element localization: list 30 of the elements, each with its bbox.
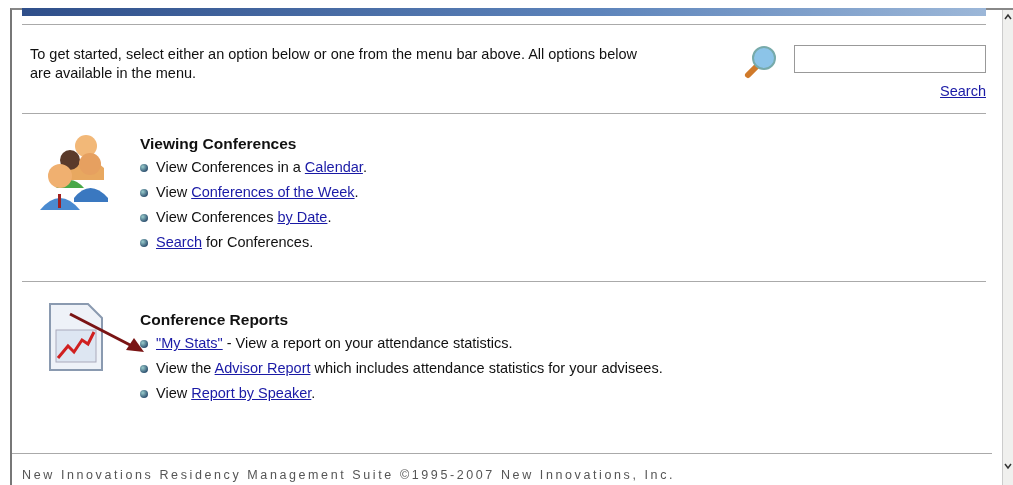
- intro-text: To get started, select either an option below or one from the menu bar above. All options below are available in the menu.: [30, 44, 638, 83]
- bullet-icon: [140, 239, 148, 247]
- bullet-icon: [140, 164, 148, 172]
- bullet-icon: [140, 189, 148, 197]
- menu-option-text: View Report by Speaker.: [156, 384, 316, 404]
- menu-option-text: "My Stats" - View a report on your attendance statistics.: [156, 334, 513, 354]
- search-link[interactable]: Search: [940, 80, 986, 103]
- search-icon: [742, 44, 778, 81]
- option-link[interactable]: Search: [156, 234, 202, 251]
- bullet-icon: [140, 214, 148, 222]
- bullet-icon: [140, 365, 148, 373]
- search-field[interactable]: [794, 44, 986, 73]
- scrollbar[interactable]: [1002, 10, 1013, 485]
- section-heading: Viewing Conferences: [140, 134, 298, 155]
- menu-option-text: View Conferences by Date.: [156, 208, 332, 228]
- footer-copyright: New Innovations Residency Management Suite ©1995-2007 New Innovations, Inc.: [22, 467, 677, 485]
- menu-option-text: View Conferences in a Calendar.: [156, 158, 367, 178]
- option-link[interactable]: by Date: [277, 209, 328, 226]
- menu-option-text: View the Advisor Report which includes attendance statistics for your advisees.: [156, 359, 663, 379]
- bullet-icon: [140, 340, 148, 348]
- bullet-icon: [140, 390, 148, 398]
- report-chart-icon: [48, 302, 104, 373]
- option-link[interactable]: Report by Speaker: [191, 385, 312, 402]
- menu-option-text: View Conferences of the Week.: [156, 183, 359, 203]
- option-link[interactable]: Calendar: [304, 159, 363, 176]
- section-heading: Conference Reports: [140, 310, 290, 331]
- option-link[interactable]: Conferences of the Week: [191, 184, 355, 201]
- menu-option-text: Search for Conferences.: [156, 233, 314, 253]
- option-link[interactable]: "My Stats": [156, 335, 223, 352]
- option-link[interactable]: Advisor Report: [214, 360, 311, 377]
